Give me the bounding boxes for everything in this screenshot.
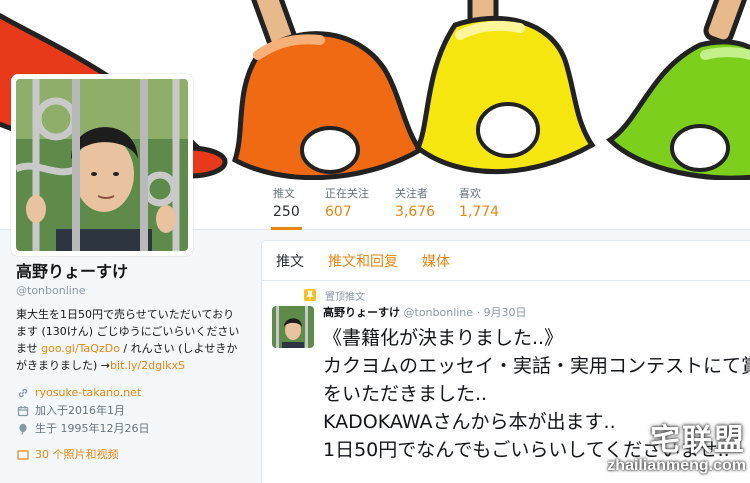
stat-value: 3,676	[395, 204, 436, 220]
website-link[interactable]: ryosuke-takano.net	[35, 384, 141, 402]
pinned-tweet[interactable]: 置顶推文 高野りょーすけ @tonbonline · 9月30日 《書籍化が決ま…	[262, 281, 750, 464]
profile-bio: 東大生を1日50円で売らせていただいております (130けん) ごじゆうにごいら…	[16, 306, 244, 374]
photo-icon	[16, 448, 30, 462]
balloon-icon	[16, 422, 30, 436]
tab-media[interactable]: 媒体	[422, 251, 450, 271]
tweet-timestamp[interactable]: 9月30日	[484, 306, 527, 319]
stat-label: 推文	[273, 187, 295, 200]
stat-value: 250	[273, 204, 300, 220]
separator-dot: ·	[476, 306, 481, 319]
media-count-row[interactable]: 30 个照片和视频	[16, 446, 256, 464]
pinned-label: 置顶推文	[325, 291, 365, 303]
stat-followers[interactable]: 关注者 3,676	[393, 187, 437, 230]
birthday-row: 生于 1995年12月26日	[16, 420, 256, 438]
stat-value: 1,774	[459, 204, 500, 220]
stat-following[interactable]: 正在关注 607	[323, 187, 371, 230]
profile-card: 高野りょーすけ @tonbonline 東大生を1日50円で売らせていただいてお…	[16, 262, 256, 464]
pinned-indicator: 置顶推文	[303, 287, 745, 303]
calendar-icon	[16, 404, 30, 418]
stat-label: 喜欢	[459, 187, 481, 200]
stat-value: 607	[325, 204, 352, 220]
joined-row: 加入于2016年1月	[16, 402, 256, 420]
tweet-header: 高野りょーすけ @tonbonline · 9月30日	[323, 305, 745, 321]
bio-link[interactable]: goo.gl/TaQzDo	[41, 342, 120, 355]
tweet-avatar-image	[272, 306, 314, 348]
tab-tweets-replies[interactable]: 推文和回复	[328, 251, 398, 271]
tweet-text: 《書籍化が決まりました..》 カクヨムのエッセイ・実話・実用コンテストにて賞をい…	[323, 327, 750, 461]
stat-tweets[interactable]: 推文 250	[271, 187, 302, 230]
joined-date: 加入于2016年1月	[35, 404, 125, 417]
website-row: ryosuke-takano.net	[16, 384, 256, 402]
profile-avatar[interactable]	[11, 74, 193, 256]
profile-name[interactable]: 高野りょーすけ	[16, 262, 256, 282]
profile-handle[interactable]: @tonbonline	[16, 283, 256, 298]
stat-label: 正在关注	[325, 187, 369, 200]
avatar-image	[16, 79, 188, 251]
timeline-card: 推文 推文和回复 媒体 置顶推文 高野りょーすけ @tonbonline · 9…	[261, 240, 750, 483]
stat-likes[interactable]: 喜欢 1,774	[457, 187, 501, 230]
tweet-author-handle[interactable]: @tonbonline	[404, 306, 474, 319]
pin-icon	[303, 288, 317, 302]
stat-label: 关注者	[395, 187, 428, 200]
timeline-tabs: 推文 推文和回复 媒体	[262, 241, 750, 281]
tweet-body: 高野りょーすけ @tonbonline · 9月30日 《書籍化が決まりました.…	[323, 305, 750, 464]
link-icon	[16, 386, 30, 400]
media-count-link[interactable]: 30 个照片和视频	[35, 446, 119, 464]
bio-link[interactable]: bit.ly/2dglkxS	[110, 359, 185, 372]
birth-date: 生于 1995年12月26日	[35, 422, 150, 435]
tweet-author-name[interactable]: 高野りょーすけ	[323, 306, 400, 319]
profile-meta: ryosuke-takano.net 加入于2016年1月 生于 1995年12…	[16, 384, 256, 464]
tab-tweets[interactable]: 推文	[276, 251, 304, 271]
tweet-avatar[interactable]	[272, 306, 314, 348]
